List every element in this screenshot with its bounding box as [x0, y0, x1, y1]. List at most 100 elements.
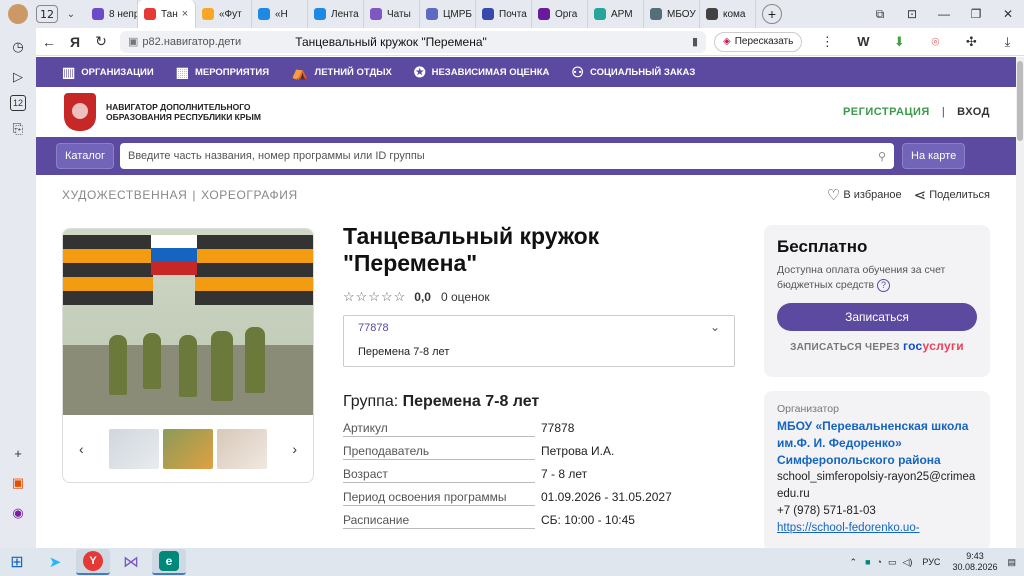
visual-studio-icon[interactable]: ⋈ — [114, 549, 148, 575]
site-brand[interactable]: НАВИГАТОР ДОПОЛНИТЕЛЬНОГО ОБРАЗОВАНИЯ РЕ… — [106, 102, 266, 122]
browser-tab[interactable]: Орга — [532, 0, 588, 28]
detail-key: Преподаватель — [343, 444, 535, 460]
prev-arrow-icon[interactable]: ‹ — [79, 441, 84, 457]
tab-favicon-icon — [370, 8, 382, 20]
organizer-name[interactable]: МБОУ «Перевальненская школа им.Ф. И. Фед… — [777, 418, 977, 469]
back-icon[interactable]: ← — [36, 34, 62, 50]
puzzle-extension-icon[interactable]: ✣ — [960, 34, 982, 50]
register-link[interactable]: РЕГИСТРАЦИЯ — [843, 106, 930, 118]
yandex-browser-icon[interactable]: Y — [76, 549, 110, 575]
organizer-email[interactable]: school_simferopolsiy-rayon25@crimeaedu.r… — [777, 469, 977, 503]
thumbnail[interactable] — [163, 429, 213, 469]
nav-item[interactable]: ▦ МЕРОПРИЯТИЯ — [176, 64, 269, 81]
search-input[interactable]: Введите часть названия, номер программы … — [120, 143, 894, 169]
history-icon[interactable]: ◷ — [6, 35, 30, 59]
help-icon[interactable]: ? — [877, 279, 891, 292]
browser-tab[interactable]: ЦМРБ — [420, 0, 476, 28]
organizer-site[interactable]: https://school-fedorenko.uo- — [777, 520, 977, 537]
bookmark-icon[interactable]: ⊡ — [896, 0, 928, 28]
breadcrumb-subcategory[interactable]: ХОРЕОГРАФИЯ — [201, 188, 298, 202]
share-button[interactable]: ⋖ Поделиться — [914, 186, 990, 204]
signup-button[interactable]: Записаться — [777, 303, 977, 331]
close-icon[interactable]: ✕ — [992, 0, 1024, 28]
calendar-12-icon[interactable]: 12 — [10, 95, 26, 111]
alice-icon[interactable]: ◉ — [6, 501, 30, 525]
volume-icon[interactable]: ◁) — [902, 557, 912, 568]
downloads-icon[interactable]: ⤓ — [996, 34, 1018, 50]
browser-tab[interactable]: «Фут — [196, 0, 252, 28]
thumbnail[interactable] — [217, 429, 267, 469]
detail-key: Период освоения программы — [343, 490, 535, 506]
play-icon[interactable]: ▷ — [6, 65, 30, 89]
browser-tab[interactable]: Лента — [308, 0, 364, 28]
wiki-extension-icon[interactable]: W — [852, 34, 874, 49]
browser-tab[interactable]: Чаты — [364, 0, 420, 28]
breadcrumb-category[interactable]: ХУДОЖЕСТВЕННАЯ — [62, 188, 187, 202]
browser-sidebar: ◷ ▷ 12 ⎘ + ▣ ◉ — [0, 28, 36, 548]
organizer-phone[interactable]: +7 (978) 571-81-03 — [777, 503, 977, 520]
retell-button[interactable]: ◈ Пересказать — [714, 31, 803, 52]
tray-chevron-icon[interactable]: ⌃ — [850, 557, 858, 568]
signal-extension-icon[interactable]: ⌾ — [924, 34, 946, 50]
chevron-down-icon[interactable]: ⌄ — [62, 9, 80, 20]
reload-icon[interactable]: ↻ — [88, 33, 114, 50]
crimea-crest-logo[interactable] — [64, 93, 96, 131]
mail-icon[interactable]: ▣ — [6, 471, 30, 495]
browser-tab[interactable]: АРМ — [588, 0, 644, 28]
gosuslugi-signup-link[interactable]: ЗАПИСАТЬСЯ ЧЕРЕЗ госуслуги — [777, 339, 977, 353]
url-field[interactable]: ▣ р82.навигатор.дети Танцевальный кружок… — [120, 30, 706, 53]
tabs-menu-icon[interactable]: ⧉ — [864, 0, 896, 28]
web-page: ▥ ОРГАНИЗАЦИИ ▦ МЕРОПРИЯТИЯ ⛺ ЛЕТНИЙ ОТДЫХ ✪ НЕ… — [36, 57, 1016, 548]
browser-tab[interactable]: Тан × — [138, 0, 196, 28]
browser-tab[interactable]: «Н — [252, 0, 308, 28]
price-description: Доступна оплата обучения за счет бюджетн… — [777, 264, 946, 291]
next-arrow-icon[interactable]: › — [292, 441, 297, 457]
language-indicator[interactable]: РУС — [922, 557, 940, 567]
tray-app-icon[interactable]: ■ — [865, 557, 870, 567]
new-tab-button[interactable]: + — [762, 4, 782, 24]
favorite-button[interactable]: ♡ В избраное — [827, 186, 902, 204]
add-panel-icon[interactable]: + — [6, 441, 30, 465]
browser-tab[interactable]: 8 непр — [86, 0, 138, 28]
tab-close-icon[interactable]: × — [182, 8, 188, 20]
more-menu-icon[interactable]: ⋮ — [816, 34, 838, 50]
browser-tab[interactable]: Почта — [476, 0, 532, 28]
search-bar: Каталог Введите часть названия, номер пр… — [36, 137, 1016, 175]
browser-tab[interactable]: кома — [700, 0, 756, 28]
tab-count-button[interactable]: 12 — [36, 5, 58, 23]
profile-avatar[interactable] — [0, 0, 36, 28]
group-select[interactable]: 77878 Перемена 7-8 лет ⌄ — [343, 315, 735, 367]
calendar-icon: ▦ — [175, 63, 189, 80]
search-icon[interactable]: ⚲ — [878, 150, 886, 163]
rating-stars-icon[interactable]: ☆☆☆☆☆ — [343, 289, 406, 305]
bookmark-add-icon[interactable]: ▮ — [692, 35, 698, 48]
battery-icon[interactable]: ▭ — [888, 557, 897, 568]
nav-item[interactable]: ⚇ СОЦИАЛЬНЫЙ ЗАКАЗ — [571, 64, 695, 81]
page-scrollbar[interactable] — [1016, 57, 1024, 548]
catalog-button[interactable]: Каталог — [56, 143, 114, 169]
login-link[interactable]: ВХОД — [957, 106, 990, 118]
nav-item[interactable]: ✪ НЕЗАВИСИМАЯ ОЦЕНКА — [414, 64, 550, 81]
notifications-icon[interactable]: ▤ — [1007, 557, 1016, 568]
eset-icon[interactable]: e — [152, 549, 186, 575]
thumbnail[interactable] — [109, 429, 159, 469]
nav-item-label: ОРГАНИЗАЦИИ — [81, 66, 154, 78]
clock[interactable]: 9:43 30.08.2026 — [952, 551, 997, 573]
nav-item[interactable]: ⛺ ЛЕТНИЙ ОТДЫХ — [291, 64, 392, 81]
minimize-icon[interactable]: — — [928, 0, 960, 28]
telegram-icon[interactable]: ➤ — [38, 549, 72, 575]
chevron-down-icon[interactable]: ⌄ — [710, 320, 720, 334]
nav-item[interactable]: ▥ ОРГАНИЗАЦИИ — [62, 64, 154, 81]
wifi-icon[interactable]: ◔ — [877, 557, 882, 567]
tab-label: Орга — [555, 8, 578, 20]
browser-tab[interactable]: МБОУ — [644, 0, 700, 28]
retell-icon: ◈ — [723, 36, 731, 47]
yandex-icon[interactable]: Я — [62, 34, 88, 50]
on-map-button[interactable]: На карте — [902, 143, 966, 169]
thumbnail-strip: ‹ › — [63, 415, 313, 482]
download-extension-icon[interactable]: ⬇ — [888, 34, 910, 50]
screenshot-icon[interactable]: ⎘ — [6, 117, 30, 141]
windows-start-icon[interactable]: ⊞ — [0, 549, 34, 575]
program-photo[interactable] — [63, 229, 313, 415]
maximize-icon[interactable]: ❐ — [960, 0, 992, 28]
